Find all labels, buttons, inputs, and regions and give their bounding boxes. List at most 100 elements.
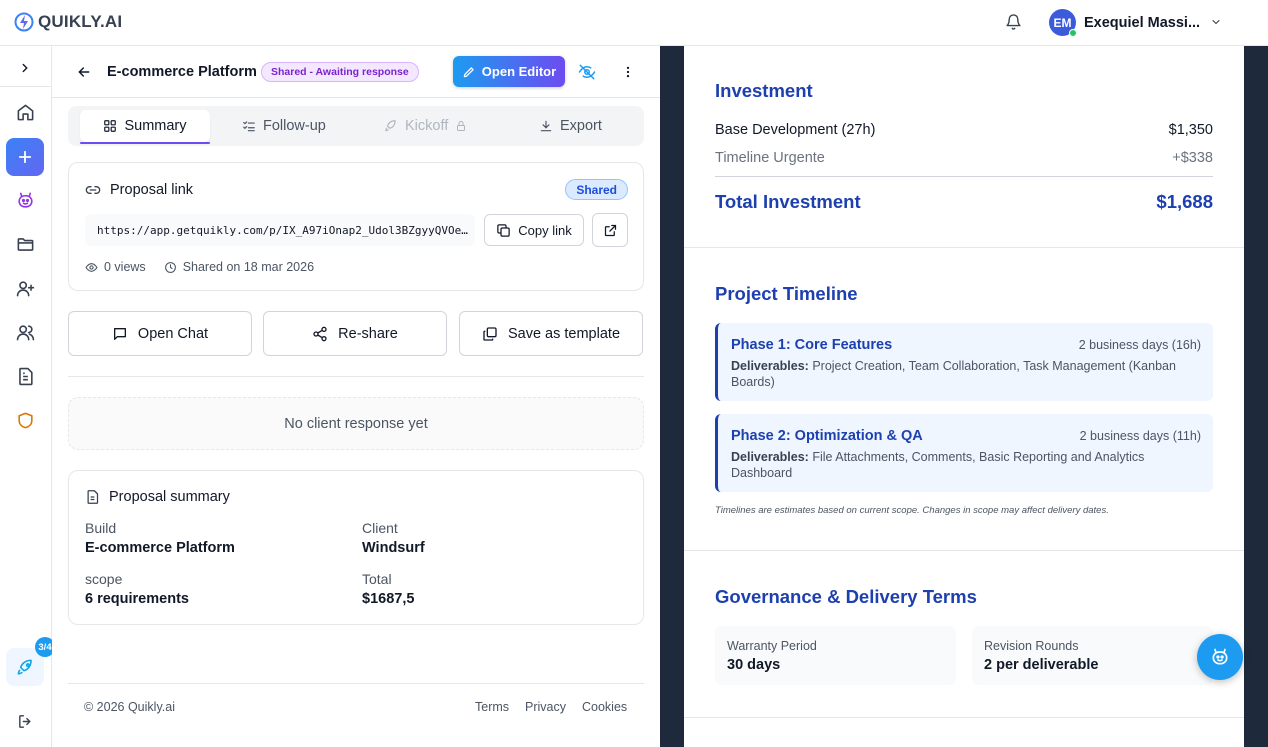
checklist-icon	[243, 121, 255, 132]
base-development-label: Base Development (27h)	[715, 122, 876, 138]
chevron-right-icon	[22, 63, 28, 73]
template-copy-icon	[483, 326, 497, 341]
app-logo[interactable]: QUIKLY.AI	[14, 12, 122, 32]
document-icon	[18, 367, 33, 385]
save-as-template-button[interactable]: Save as template	[459, 311, 643, 356]
proposal-summary-card: Proposal summary Build E-commerce Platfo…	[68, 470, 644, 625]
proposal-link-card: Proposal link Shared https://app.getquik…	[68, 162, 644, 291]
expand-sidebar-button[interactable]	[7, 50, 43, 86]
rocket-icon	[385, 120, 396, 132]
chevron-down-icon[interactable]	[1210, 16, 1222, 28]
proposal-header: E-commerce Platform Shared - Awaiting re…	[52, 46, 660, 98]
total-label: Total	[362, 571, 392, 587]
shared-date: Shared on 18 mar 2026	[164, 260, 314, 274]
rail-divider	[0, 86, 51, 87]
link-icon	[85, 186, 101, 194]
privacy-link[interactable]: Privacy	[525, 700, 566, 714]
footer-divider	[68, 683, 644, 684]
cookies-link[interactable]: Cookies	[582, 700, 627, 714]
tab-summary-label: Summary	[124, 118, 187, 134]
phase-duration: 2 business days (11h)	[1079, 429, 1201, 443]
clock-icon	[164, 261, 176, 273]
copy-link-button[interactable]: Copy link	[484, 214, 584, 246]
assistant-fab-button[interactable]	[1197, 634, 1243, 680]
user-plus-icon	[16, 280, 34, 296]
logout-icon	[18, 714, 31, 728]
nav-documents[interactable]	[7, 358, 43, 394]
notifications-bell-icon[interactable]	[1005, 13, 1022, 31]
nav-team[interactable]	[7, 314, 43, 350]
link-meta: 0 views Shared on 18 mar 2026	[85, 260, 314, 274]
nav-home[interactable]	[7, 94, 43, 130]
total-investment-row: Total Investment $1,688	[715, 191, 1213, 213]
page-title: E-commerce Platform	[107, 64, 257, 80]
build-label: Build	[85, 520, 117, 536]
open-chat-button[interactable]: Open Chat	[68, 311, 252, 356]
plus-icon	[18, 150, 32, 164]
tab-follow-up[interactable]: Follow-up	[242, 110, 326, 142]
copy-icon	[497, 223, 511, 237]
lock-icon	[457, 121, 466, 131]
reshare-button[interactable]: Re-share	[263, 311, 447, 356]
tab-follow-up-label: Follow-up	[263, 118, 326, 134]
logout-button[interactable]	[7, 703, 43, 739]
more-options-icon[interactable]	[621, 63, 635, 81]
avatar: EM	[1049, 9, 1077, 37]
proposal-tabs: Summary Follow-up Kickoff Export	[68, 106, 644, 146]
urgent-timeline-value: +$338	[1172, 150, 1213, 166]
tab-export[interactable]: Export	[539, 110, 602, 142]
new-proposal-button[interactable]	[6, 138, 44, 176]
left-rail: 3/4	[0, 46, 55, 747]
terms-link[interactable]: Terms	[475, 700, 509, 714]
shared-date-text: Shared on 18 mar 2026	[182, 260, 315, 274]
open-external-button[interactable]	[592, 213, 628, 247]
eye-off-icon[interactable]	[578, 63, 596, 81]
nav-security[interactable]	[7, 402, 43, 438]
user-name: Exequiel Massi...	[1084, 14, 1201, 31]
proposal-panel: E-commerce Platform Shared - Awaiting re…	[52, 46, 660, 747]
user-menu[interactable]: EM Exequiel Massi...	[1049, 9, 1201, 37]
tab-summary[interactable]: Summary	[80, 110, 210, 144]
grid-icon	[104, 120, 117, 132]
phase-deliverables: Deliverables: Project Creation, Team Col…	[731, 358, 1191, 390]
timeline-disclaimer: Timelines are estimates based on current…	[715, 505, 1109, 516]
warranty-label: Warranty Period	[727, 639, 817, 653]
bot-face-icon	[1212, 648, 1228, 665]
phase-card: Phase 2: Optimization & QA 2 business da…	[715, 414, 1213, 492]
warranty-card: Warranty Period 30 days	[715, 626, 956, 685]
rocket-icon	[17, 659, 32, 675]
section-divider	[684, 550, 1244, 551]
investment-divider	[715, 176, 1213, 177]
proposal-summary-heading: Proposal summary	[85, 489, 230, 505]
deliverables-prefix: Deliverables:	[731, 450, 809, 464]
tab-kickoff[interactable]: Kickoff	[384, 110, 467, 142]
proposal-url-field[interactable]: https://app.getquikly.com/p/IX_A97iOnap2…	[85, 214, 475, 246]
share-icon	[313, 326, 327, 341]
online-status-dot	[1069, 29, 1077, 37]
tab-export-label: Export	[560, 118, 602, 134]
external-link-icon	[604, 224, 616, 236]
scope-value: 6 requirements	[85, 591, 189, 607]
nav-assistant[interactable]	[7, 182, 43, 218]
back-arrow-icon[interactable]	[76, 64, 92, 80]
open-editor-button[interactable]: Open Editor	[453, 56, 565, 87]
pencil-icon	[463, 66, 474, 77]
proposal-link-heading: Proposal link	[85, 182, 193, 198]
revision-value: 2 per deliverable	[984, 657, 1099, 673]
copyright-text: © 2026 Quikly.ai	[84, 700, 175, 714]
folder-icon	[17, 237, 33, 251]
base-development-value: $1,350	[1168, 122, 1213, 138]
app-logo-text: QUIKLY.AI	[38, 12, 123, 31]
home-icon	[17, 104, 33, 120]
bolt-logo-icon	[14, 12, 34, 32]
phase-deliverables: Deliverables: File Attachments, Comments…	[731, 449, 1191, 481]
section-divider	[684, 247, 1244, 248]
total-investment-value: $1,688	[1156, 191, 1213, 212]
chat-icon	[113, 327, 126, 340]
nav-add-client[interactable]	[7, 270, 43, 306]
total-investment-label: Total Investment	[715, 191, 861, 212]
scope-label: scope	[85, 571, 123, 587]
divider	[68, 376, 644, 377]
nav-projects[interactable]	[7, 226, 43, 262]
proposal-summary-title: Proposal summary	[109, 489, 230, 505]
